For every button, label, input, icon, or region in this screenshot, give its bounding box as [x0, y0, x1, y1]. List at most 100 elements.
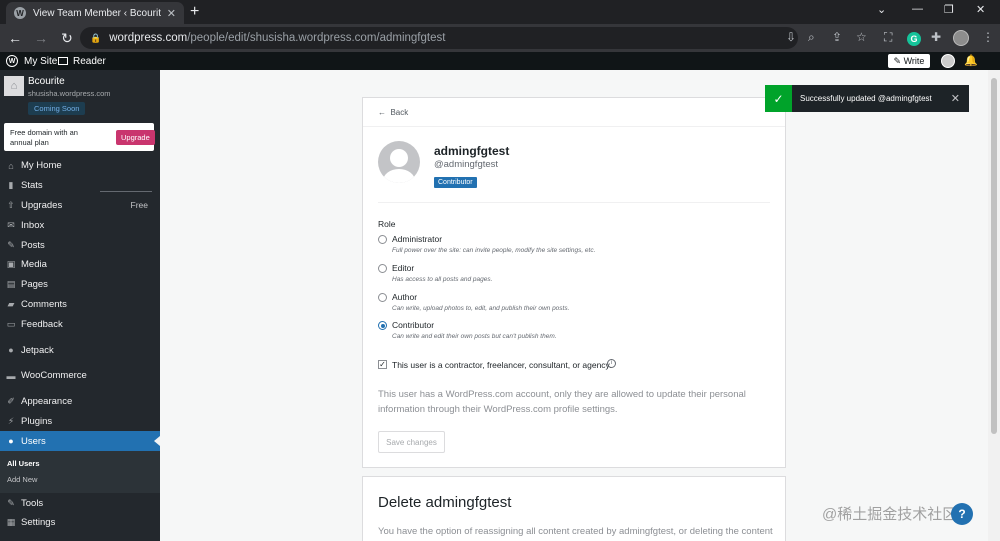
sidebar-item-settings[interactable]: ▦ Settings	[0, 513, 160, 533]
back-arrow-icon: ←	[378, 108, 386, 117]
sidebar-item-label: Inbox	[21, 219, 45, 231]
user-avatar	[378, 141, 420, 183]
home-icon: ⌂	[8, 160, 14, 171]
site-icon: ⌂	[4, 76, 24, 96]
radio-editor[interactable]	[378, 264, 387, 273]
sidebar-item-my-home[interactable]: ⌂ My Home	[0, 156, 160, 176]
role-badge: Contributor	[434, 177, 477, 188]
media-icon: ▣	[6, 259, 16, 270]
upsell-card[interactable]: Free domain with an annual plan Upgrade	[4, 123, 155, 151]
wordpress-favicon-icon: W	[14, 7, 26, 19]
info-icon[interactable]: i	[607, 359, 616, 368]
submenu-item-all-users[interactable]: All Users	[0, 455, 160, 471]
role-label: Role	[378, 219, 396, 229]
upsell-text: Free domain with an annual plan	[10, 128, 78, 147]
radio-administrator[interactable]	[378, 235, 387, 244]
bookmark-star-icon[interactable]: ☆	[856, 30, 867, 44]
screenshot-icon[interactable]: ⛶	[884, 30, 892, 45]
sidebar-item-label: Media	[21, 259, 47, 271]
site-name: Bcourite	[28, 76, 65, 87]
url-path: /people/edit/shusisha.wordpress.com/admi…	[187, 32, 446, 44]
forward-arrow-icon[interactable]: →	[30, 30, 52, 46]
sidebar-item-comments[interactable]: ▰ Comments	[0, 295, 160, 315]
close-icon[interactable]: ✕	[951, 92, 960, 105]
sidebar-item-label: WooCommerce	[21, 370, 87, 382]
minimize-button[interactable]: —	[912, 3, 923, 15]
zoom-icon[interactable]: ⌕	[808, 30, 815, 45]
sidebar-item-media[interactable]: ▣ Media	[0, 255, 160, 275]
maximize-button[interactable]: ❐	[944, 3, 954, 16]
radio-contributor[interactable]	[378, 321, 387, 330]
role-description: Can write, upload photos to, edit, and p…	[392, 305, 570, 312]
wp-admin-bar: W My Site Reader ✎ Write 🔔	[0, 52, 1000, 70]
reader-icon	[58, 57, 68, 65]
me-avatar[interactable]	[941, 54, 955, 68]
sidebar: ⌂ Bcourite shusisha.wordpress.com Coming…	[0, 70, 160, 541]
submenu-item-add-new[interactable]: Add New	[0, 471, 160, 487]
reader-link[interactable]: Reader	[58, 52, 106, 70]
back-arrow-icon[interactable]: ←	[4, 30, 26, 46]
plan-label: Free	[130, 200, 148, 211]
delete-description: You have the option of reassigning all c…	[378, 526, 773, 537]
browser-toolbar: ← → ↻ 🔒 wordpress.com/people/edit/shusis…	[0, 24, 1000, 52]
page-scrollbar[interactable]	[988, 70, 1000, 541]
close-window-button[interactable]: ✕	[976, 3, 985, 16]
profile-avatar[interactable]	[953, 30, 969, 46]
scroll-thumb[interactable]	[991, 78, 997, 434]
site-card[interactable]: ⌂ Bcourite shusisha.wordpress.com Coming…	[0, 70, 160, 118]
pin-icon: ✎	[7, 239, 15, 250]
sidebar-item-stats[interactable]: ▮ Stats	[0, 176, 160, 196]
sidebar-item-feedback[interactable]: ▭ Feedback	[0, 314, 160, 334]
stats-sparkline	[100, 186, 152, 192]
role-description: Has access to all posts and pages.	[392, 276, 493, 283]
new-tab-button[interactable]: +	[190, 3, 199, 21]
sidebar-item-appearance[interactable]: ✐ Appearance	[0, 392, 160, 412]
wordpress-logo-icon: W	[6, 55, 18, 67]
close-tab-icon[interactable]: ✕	[167, 7, 176, 20]
delete-title: Delete admingfgtest	[378, 494, 512, 511]
browser-tab[interactable]: W View Team Member ‹ Bcourite — ✕	[6, 2, 184, 24]
back-label: Back	[390, 108, 409, 117]
sidebar-item-woocommerce[interactable]: ▬ WooCommerce	[0, 366, 160, 386]
radio-author[interactable]	[378, 293, 387, 302]
sidebar-item-label: Plugins	[21, 415, 53, 427]
install-icon[interactable]: ⇩	[786, 30, 796, 44]
woocommerce-icon: ▬	[6, 370, 16, 381]
sidebar-item-label: Users	[21, 435, 46, 447]
upgrade-button[interactable]: Upgrade	[116, 130, 155, 145]
role-description: Can write and edit their own posts but c…	[392, 333, 557, 340]
feedback-icon: ▭	[6, 318, 16, 329]
grammarly-extension-icon[interactable]: G	[907, 32, 921, 46]
sidebar-item-pages[interactable]: ▤ Pages	[0, 275, 160, 295]
avatar-body-shape	[383, 169, 415, 183]
menu-kebab-icon[interactable]: ⋮	[982, 30, 994, 44]
sidebar-item-upgrades[interactable]: ⇧ Upgrades Free	[0, 196, 160, 216]
sidebar-item-label: My Home	[21, 160, 62, 172]
sidebar-item-users[interactable]: ● Users	[0, 431, 160, 452]
sidebar-item-jetpack[interactable]: ● Jetpack	[0, 340, 160, 360]
jetpack-icon: ●	[8, 345, 14, 356]
sidebar-item-tools[interactable]: ✎ Tools	[0, 493, 160, 513]
contractor-label: This user is a contractor, freelancer, c…	[392, 360, 612, 370]
address-bar[interactable]: 🔒 wordpress.com/people/edit/shusisha.wor…	[80, 27, 798, 49]
my-site-link[interactable]: W My Site	[6, 52, 57, 70]
watermark: @稀土掘金技术社区	[822, 506, 958, 523]
contractor-checkbox[interactable]: ✓	[378, 360, 387, 369]
notifications-bell-icon[interactable]: 🔔	[964, 54, 978, 67]
share-icon[interactable]: ⇪	[832, 30, 842, 44]
pages-icon: ▤	[6, 279, 16, 290]
delete-user-card: Delete admingfgtest You have the option …	[362, 476, 786, 541]
reload-icon[interactable]: ↻	[56, 30, 78, 47]
sidebar-item-posts[interactable]: ✎ Posts	[0, 235, 160, 255]
success-toast: ✓ Successfully updated @admingfgtest ✕	[765, 85, 969, 112]
save-changes-button[interactable]: Save changes	[378, 431, 445, 453]
extensions-puzzle-icon[interactable]: ✚	[931, 30, 941, 44]
tab-search-icon[interactable]: ⌄	[877, 3, 886, 16]
sidebar-item-label: Feedback	[21, 318, 63, 330]
sidebar-item-inbox[interactable]: ✉ Inbox	[0, 215, 160, 235]
sidebar-item-label: Upgrades	[21, 199, 63, 211]
help-button[interactable]: ?	[951, 503, 973, 525]
back-link[interactable]: ← Back	[378, 108, 408, 117]
write-button[interactable]: ✎ Write	[888, 54, 930, 68]
sidebar-item-plugins[interactable]: ⚡ Plugins	[0, 412, 160, 432]
